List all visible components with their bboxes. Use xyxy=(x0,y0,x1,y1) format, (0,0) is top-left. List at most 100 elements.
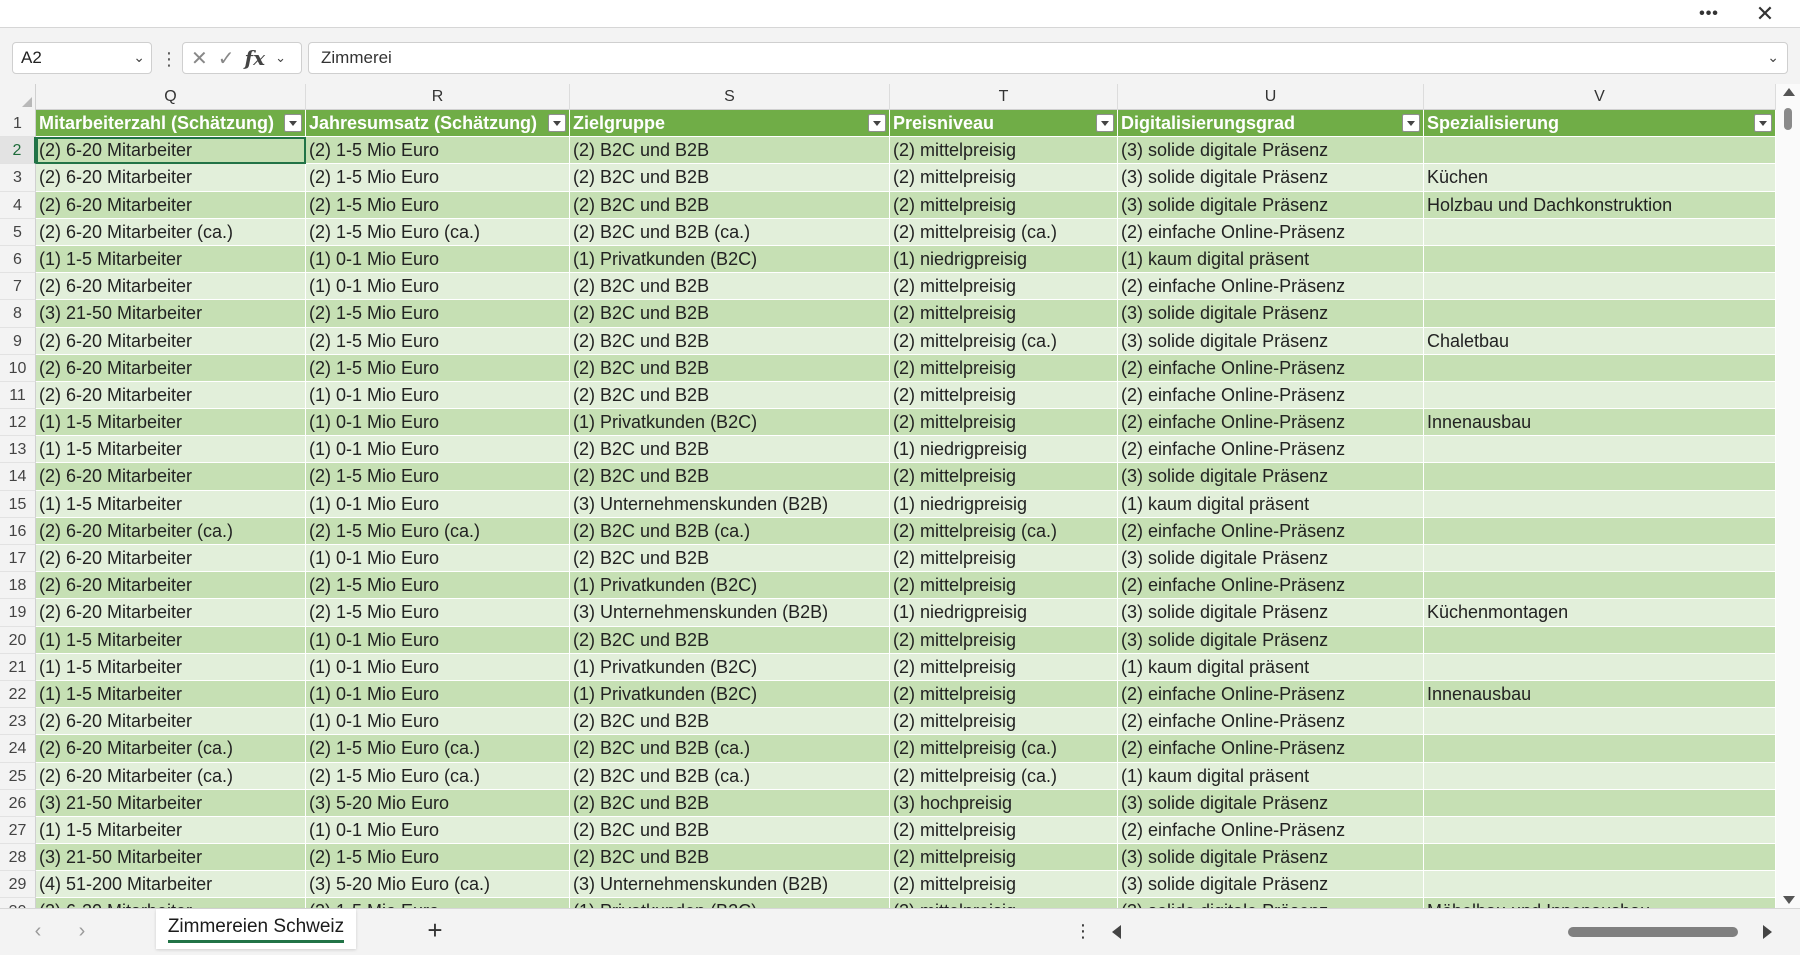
table-cell[interactable]: (2) einfache Online-Präsenz xyxy=(1118,354,1424,382)
table-cell[interactable]: (2) 6-20 Mitarbeiter xyxy=(36,599,306,627)
row-number[interactable]: 11 xyxy=(0,381,36,410)
row-number[interactable]: 28 xyxy=(0,844,36,872)
table-cell[interactable]: (2) B2C und B2B xyxy=(570,708,890,736)
header-cell[interactable]: Mitarbeiterzahl (Schätzung) xyxy=(36,110,306,138)
table-cell[interactable]: (3) solide digitale Präsenz xyxy=(1118,599,1424,627)
table-cell[interactable]: (2) 6-20 Mitarbeiter xyxy=(36,327,306,355)
table-cell[interactable]: (2) 6-20 Mitarbeiter xyxy=(36,463,306,491)
table-cell[interactable] xyxy=(1424,844,1776,872)
table-cell[interactable]: (2) 6-20 Mitarbeiter xyxy=(36,572,306,600)
table-cell[interactable] xyxy=(1424,300,1776,328)
table-cell[interactable]: (2) 1-5 Mio Euro xyxy=(306,572,570,600)
row-number[interactable]: 10 xyxy=(0,354,36,382)
table-cell[interactable]: (3) solide digitale Präsenz xyxy=(1118,789,1424,817)
column-header[interactable]: V xyxy=(1424,84,1776,110)
filter-dropdown-icon[interactable] xyxy=(1754,114,1772,132)
header-cell[interactable]: Digitalisierungsgrad xyxy=(1118,110,1424,138)
name-box[interactable]: A2 ⌄ xyxy=(12,42,152,74)
table-cell[interactable]: (2) B2C und B2B xyxy=(570,816,890,845)
scroll-down-icon[interactable] xyxy=(1783,896,1795,904)
table-cell[interactable] xyxy=(1424,626,1776,654)
table-cell[interactable]: (1) kaum digital präsent xyxy=(1118,762,1424,790)
table-cell[interactable]: (1) niedrigpreisig xyxy=(890,436,1118,464)
table-cell[interactable]: (1) Privatkunden (B2C) xyxy=(570,680,890,709)
table-cell[interactable]: (2) mittelpreisig xyxy=(890,816,1118,845)
table-cell[interactable]: (2) 6-20 Mitarbeiter xyxy=(36,164,306,192)
table-cell[interactable]: (1) niedrigpreisig xyxy=(890,245,1118,274)
add-sheet-button[interactable]: + xyxy=(422,917,448,943)
horizontal-scroll-thumb[interactable] xyxy=(1568,927,1738,937)
table-cell[interactable]: (2) 1-5 Mio Euro xyxy=(306,300,570,328)
table-cell[interactable]: (3) solide digitale Präsenz xyxy=(1118,300,1424,328)
table-cell[interactable]: (2) mittelpreisig xyxy=(890,164,1118,192)
table-cell[interactable]: (2) einfache Online-Präsenz xyxy=(1118,680,1424,709)
table-cell[interactable] xyxy=(1424,245,1776,274)
enter-icon[interactable]: ✓ xyxy=(218,46,235,71)
table-cell[interactable]: (2) einfache Online-Präsenz xyxy=(1118,572,1424,600)
row-number[interactable]: 19 xyxy=(0,599,36,627)
table-cell[interactable] xyxy=(1424,545,1776,573)
table-cell[interactable]: (2) 6-20 Mitarbeiter xyxy=(36,381,306,410)
table-cell[interactable] xyxy=(1424,218,1776,246)
table-cell[interactable]: (1) 0-1 Mio Euro xyxy=(306,273,570,301)
table-cell[interactable]: (3) solide digitale Präsenz xyxy=(1118,626,1424,654)
row-number[interactable]: 21 xyxy=(0,653,36,681)
table-cell[interactable]: (1) 0-1 Mio Euro xyxy=(306,816,570,845)
table-cell[interactable]: (3) solide digitale Präsenz xyxy=(1118,898,1424,908)
table-cell[interactable]: (2) einfache Online-Präsenz xyxy=(1118,218,1424,246)
select-all-corner[interactable] xyxy=(0,84,36,110)
table-cell[interactable]: (2) 6-20 Mitarbeiter xyxy=(36,545,306,573)
table-cell[interactable]: (1) Privatkunden (B2C) xyxy=(570,653,890,681)
table-cell[interactable]: (2) 1-5 Mio Euro xyxy=(306,599,570,627)
row-number[interactable]: 27 xyxy=(0,816,36,845)
table-cell[interactable]: (2) mittelpreisig (ca.) xyxy=(890,218,1118,246)
table-cell[interactable]: (2) mittelpreisig xyxy=(890,300,1118,328)
table-cell[interactable]: (2) mittelpreisig xyxy=(890,463,1118,491)
table-cell[interactable]: (1) Privatkunden (B2C) xyxy=(570,245,890,274)
table-cell[interactable] xyxy=(1424,273,1776,301)
row-number[interactable]: 13 xyxy=(0,436,36,464)
table-cell[interactable] xyxy=(1424,871,1776,899)
table-cell[interactable]: (2) mittelpreisig xyxy=(890,273,1118,301)
table-cell[interactable] xyxy=(1424,463,1776,491)
table-cell[interactable]: (1) 0-1 Mio Euro xyxy=(306,409,570,437)
more-options-icon[interactable]: ••• xyxy=(1692,2,1726,26)
table-cell[interactable]: (2) mittelpreisig xyxy=(890,898,1118,908)
table-cell[interactable]: (2) mittelpreisig xyxy=(890,844,1118,872)
table-cell[interactable] xyxy=(1424,762,1776,790)
row-number[interactable]: 22 xyxy=(0,680,36,709)
table-cell[interactable] xyxy=(1424,572,1776,600)
table-cell[interactable]: (2) B2C und B2B xyxy=(570,191,890,219)
table-cell[interactable]: (1) Privatkunden (B2C) xyxy=(570,572,890,600)
table-cell[interactable]: (2) mittelpreisig (ca.) xyxy=(890,762,1118,790)
table-cell[interactable]: (2) B2C und B2B xyxy=(570,164,890,192)
table-cell[interactable]: (1) niedrigpreisig xyxy=(890,599,1118,627)
row-number[interactable]: 23 xyxy=(0,708,36,736)
table-cell[interactable]: (1) kaum digital präsent xyxy=(1118,490,1424,518)
table-cell[interactable]: (2) mittelpreisig xyxy=(890,545,1118,573)
table-cell[interactable]: (2) mittelpreisig xyxy=(890,680,1118,709)
table-cell[interactable] xyxy=(1424,381,1776,410)
chevron-down-icon[interactable]: ⌄ xyxy=(275,50,286,66)
table-cell[interactable]: (1) 0-1 Mio Euro xyxy=(306,626,570,654)
table-cell[interactable]: (2) 6-20 Mitarbeiter (ca.) xyxy=(36,762,306,790)
table-cell[interactable]: (2) 6-20 Mitarbeiter xyxy=(36,191,306,219)
table-cell[interactable]: (2) einfache Online-Präsenz xyxy=(1118,816,1424,845)
table-cell[interactable]: (2) 1-5 Mio Euro xyxy=(306,191,570,219)
table-cell[interactable]: (2) 6-20 Mitarbeiter xyxy=(36,273,306,301)
table-cell[interactable] xyxy=(1424,735,1776,763)
table-cell[interactable]: (2) mittelpreisig xyxy=(890,381,1118,410)
table-cell[interactable]: (2) 6-20 Mitarbeiter xyxy=(36,898,306,908)
column-header[interactable]: R xyxy=(306,84,570,110)
table-cell[interactable]: (2) B2C und B2B (ca.) xyxy=(570,218,890,246)
column-header[interactable]: S xyxy=(570,84,890,110)
filter-dropdown-icon[interactable] xyxy=(548,114,566,132)
table-cell[interactable]: (2) 1-5 Mio Euro (ca.) xyxy=(306,517,570,545)
table-cell[interactable]: (2) B2C und B2B xyxy=(570,300,890,328)
horizontal-scrollbar[interactable] xyxy=(1108,923,1772,941)
column-header[interactable]: T xyxy=(890,84,1118,110)
table-cell[interactable]: (2) B2C und B2B xyxy=(570,327,890,355)
row-number[interactable]: 17 xyxy=(0,545,36,573)
table-cell[interactable]: (3) Unternehmenskunden (B2B) xyxy=(570,599,890,627)
table-cell[interactable]: (1) 0-1 Mio Euro xyxy=(306,245,570,274)
